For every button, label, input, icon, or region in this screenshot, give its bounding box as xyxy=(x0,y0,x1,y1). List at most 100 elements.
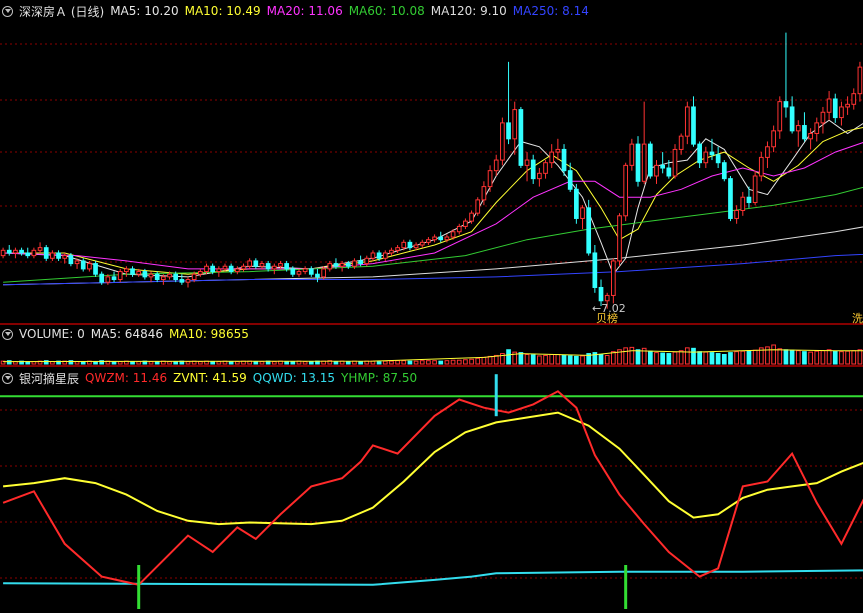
volume-bar xyxy=(857,349,863,365)
candle xyxy=(703,151,709,164)
candle xyxy=(370,252,376,259)
volume-bar xyxy=(839,351,844,365)
volume-bar xyxy=(555,354,561,365)
candle xyxy=(136,271,142,275)
candle xyxy=(851,93,857,105)
ma-line-ma5 xyxy=(3,119,863,278)
volume-ma-line xyxy=(3,349,863,363)
volume-bar xyxy=(154,361,160,365)
volume-bar xyxy=(469,358,474,365)
candle xyxy=(56,252,61,259)
volume-bar xyxy=(518,352,524,365)
zvnt-label: ZVNT: 41.59 xyxy=(173,371,247,385)
candle xyxy=(284,263,289,270)
volume-bar xyxy=(598,354,604,365)
candle xyxy=(234,268,240,273)
candle xyxy=(419,241,425,246)
candle xyxy=(327,263,333,270)
volume-bar xyxy=(426,360,431,365)
volume-bar xyxy=(851,350,857,365)
candle xyxy=(845,103,850,108)
volume-bar xyxy=(333,361,339,365)
candle xyxy=(469,212,474,222)
volume-bar xyxy=(456,359,462,365)
volume-bar xyxy=(728,352,733,365)
candle xyxy=(820,111,826,124)
volume-bar xyxy=(216,361,222,365)
candle xyxy=(598,286,604,302)
volume-bar xyxy=(413,360,419,365)
volume-bar xyxy=(654,352,659,365)
chart-canvas: ←7.02贝榜洗 xyxy=(0,32,863,609)
candle xyxy=(407,241,413,249)
volume-bar xyxy=(808,351,813,365)
candle xyxy=(432,236,437,241)
candle xyxy=(191,273,197,281)
candle xyxy=(728,178,733,219)
candle xyxy=(253,260,259,267)
volume-bar xyxy=(666,353,672,365)
candle xyxy=(746,196,752,204)
candle xyxy=(795,125,801,132)
candle xyxy=(524,159,530,166)
volume-bar xyxy=(228,361,234,365)
volume-bar xyxy=(580,355,585,365)
volume-bar xyxy=(167,361,172,365)
candle xyxy=(691,106,696,145)
candle xyxy=(6,249,12,254)
candle xyxy=(130,268,135,275)
volume-bar xyxy=(389,360,394,365)
candle xyxy=(438,236,444,241)
candle xyxy=(555,148,561,153)
candle xyxy=(93,263,98,275)
volume-bar xyxy=(382,360,388,365)
candle xyxy=(678,135,684,150)
candle xyxy=(315,273,320,278)
candle xyxy=(80,260,86,270)
volume-bar xyxy=(684,347,690,365)
candle xyxy=(426,239,431,243)
candle xyxy=(321,268,326,278)
candle xyxy=(832,98,838,119)
candle xyxy=(629,143,635,166)
volume-bar xyxy=(623,347,629,365)
volume-ma10-label: MA10: 98655 xyxy=(168,327,249,341)
volume-bar xyxy=(789,349,795,365)
candle xyxy=(512,109,518,140)
volume-bar xyxy=(432,360,437,365)
volume-bar xyxy=(210,361,216,365)
volume-bar xyxy=(543,354,548,365)
volume-bar xyxy=(740,350,746,365)
candle xyxy=(814,122,820,135)
candle xyxy=(395,247,400,251)
volume-bar xyxy=(487,355,493,365)
volume-bar xyxy=(308,361,314,365)
candle xyxy=(684,106,690,137)
candle xyxy=(161,276,166,281)
volume-bar xyxy=(185,361,191,365)
ma250-label: MA250: 8.14 xyxy=(512,4,589,18)
candle xyxy=(228,265,234,273)
zvnt-line xyxy=(2,411,863,526)
volume-bar xyxy=(259,361,265,365)
volume-bar xyxy=(647,350,653,365)
volume-bar xyxy=(290,361,296,365)
chevron-down-icon[interactable] xyxy=(2,5,13,17)
volume-bar xyxy=(345,361,351,365)
candle xyxy=(210,265,216,273)
candle xyxy=(99,273,105,283)
volume-bar xyxy=(438,360,444,365)
candle xyxy=(179,279,185,283)
candle xyxy=(721,162,727,180)
volume-panel-header: VOLUME: 0 MA5: 64846 MA10: 98655 xyxy=(0,323,863,345)
candle xyxy=(68,255,74,265)
volume-bar xyxy=(820,350,826,365)
candle xyxy=(623,164,629,217)
candle xyxy=(617,215,622,262)
candle xyxy=(709,151,715,156)
chevron-down-icon[interactable] xyxy=(2,328,13,340)
candle xyxy=(167,273,172,278)
candle xyxy=(641,143,647,182)
candle xyxy=(154,273,160,281)
chevron-down-icon[interactable] xyxy=(2,372,13,384)
